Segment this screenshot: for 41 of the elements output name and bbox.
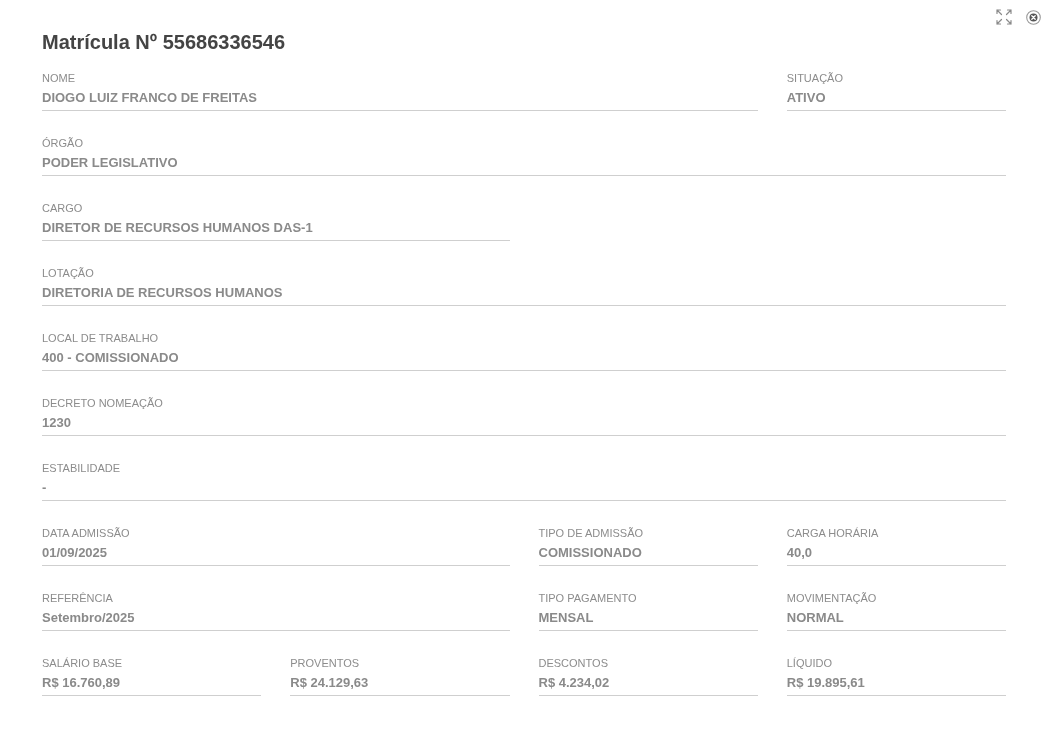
field-label: NOME [42, 71, 76, 85]
read-only-field: DIRETORIA DE RECURSOS HUMANOS [42, 284, 1006, 306]
field-label: ESTABILIDADE [42, 461, 122, 475]
field-label: DATA ADMISSÃO [42, 526, 131, 540]
field-label: MOVIMENTAÇÃO [786, 591, 878, 605]
read-only-field: PODER LEGISLATIVO [42, 154, 1006, 176]
expand-button[interactable] [996, 9, 1012, 25]
field-label: SALÁRIO BASE [42, 656, 124, 670]
read-only-field: ATIVO [786, 89, 1006, 111]
field-label: CARGO [42, 201, 84, 215]
expand-icon [996, 9, 1012, 25]
close-icon [1026, 9, 1041, 25]
field-label: DECRETO NOMEAÇÃO [42, 396, 164, 410]
read-only-field: NORMAL [786, 609, 1006, 631]
field-label: LOCAL DE TRABALHO [42, 331, 160, 345]
dialog-title: Matrícula Nº 55686336546 [42, 30, 287, 54]
field-label: REFERÊNCIA [42, 591, 114, 605]
field-label: CARGA HORÁRIA [786, 526, 880, 540]
read-only-field: 400 - COMISSIONADO [42, 349, 1006, 371]
read-only-field: MENSAL [538, 609, 758, 631]
field-label: ÓRGÃO [42, 136, 84, 150]
read-only-field: Setembro/2025 [42, 609, 510, 631]
field-label: DESCONTOS [538, 656, 609, 670]
read-only-field: R$ 4.234,02 [538, 674, 758, 696]
read-only-field: 1230 [42, 414, 1006, 436]
field-label: TIPO DE ADMISSÃO [538, 526, 645, 540]
read-only-field: DIRETOR DE RECURSOS HUMANOS DAS-1 [42, 219, 510, 241]
field-label: PROVENTOS [290, 656, 361, 670]
read-only-field: R$ 16.760,89 [42, 674, 262, 696]
read-only-field: R$ 19.895,61 [786, 674, 1006, 696]
read-only-field: - [42, 479, 1006, 501]
field-label: TIPO PAGAMENTO [538, 591, 638, 605]
read-only-field: 01/09/2025 [42, 544, 510, 566]
field-label: LÍQUIDO [786, 656, 833, 670]
close-button[interactable] [1026, 9, 1041, 25]
read-only-field: COMISSIONADO [538, 544, 758, 566]
read-only-field: 40,0 [786, 544, 1006, 566]
field-label: LOTAÇÃO [42, 266, 95, 280]
field-label: SITUAÇÃO [786, 71, 844, 85]
read-only-field: DIOGO LUIZ FRANCO DE FREITAS [42, 89, 758, 111]
read-only-field: R$ 24.129,63 [290, 674, 510, 696]
